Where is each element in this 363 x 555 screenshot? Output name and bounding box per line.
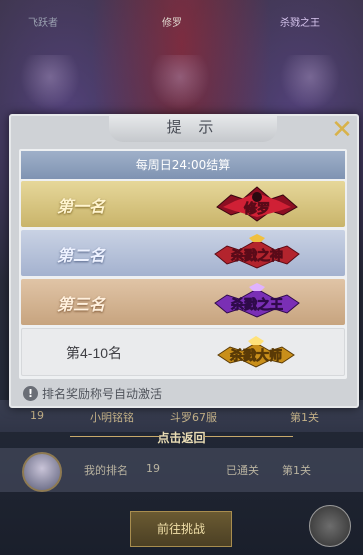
my-rank-value: 19	[146, 462, 160, 475]
rank-label: 第三名	[57, 295, 106, 314]
bg-label: 修罗	[162, 18, 182, 29]
my-rank-label: 我的排名	[84, 464, 128, 477]
row-name: 小明铭铭	[90, 411, 134, 424]
go-challenge-button[interactable]: 前往挑战	[130, 511, 232, 547]
footer-text: 排名奖励称号自动激活	[42, 387, 163, 401]
rank-label: 第一名	[57, 197, 106, 216]
badge-text: 杀戮大师	[230, 348, 282, 364]
badge-text: 杀戮之王	[231, 297, 283, 313]
dialog-footer: ! 排名奖励称号自动激活	[23, 385, 162, 402]
rank-label: 第二名	[57, 246, 106, 265]
rank-label: 第4-10名	[66, 345, 123, 361]
dialog-title: 提 示	[109, 114, 277, 142]
rank-row-1: 第一名 修罗	[21, 181, 345, 227]
dialog-content: 每周日24:00结算 第一名 修罗 第二名 杀戮之神 第三名 杀戮之王 第4-1…	[19, 149, 347, 379]
cleared-label: 已通关	[226, 464, 259, 477]
bg-character	[20, 55, 80, 110]
back-button[interactable]: 点击返回	[0, 429, 363, 446]
title-badge-icon: 修罗	[216, 186, 298, 222]
emblem-icon[interactable]	[309, 505, 351, 547]
row-rank: 19	[30, 409, 44, 422]
rank-row-4-10: 第4-10名 杀戮大师	[21, 328, 345, 376]
badge-text: 杀戮之神	[231, 248, 283, 264]
close-icon[interactable]: ✕	[329, 117, 355, 144]
my-rank-panel: 我的排名 19 已通关 第1关	[0, 448, 363, 492]
row-server: 斗罗67服	[170, 411, 217, 424]
bg-character	[150, 55, 210, 110]
tip-dialog: 提 示 ✕ 每周日24:00结算 第一名 修罗 第二名 杀戮之神 第三名 杀戮之…	[9, 114, 359, 408]
bg-character	[280, 55, 340, 110]
cleared-value: 第1关	[282, 464, 311, 477]
rank-row-3: 第三名 杀戮之王	[21, 279, 345, 325]
rank-row-2: 第二名 杀戮之神	[21, 230, 345, 276]
row-level: 第1关	[290, 411, 319, 424]
avatar	[22, 452, 62, 492]
bg-label: 飞跃者	[28, 18, 58, 29]
title-badge-icon: 杀戮大师	[217, 336, 295, 368]
bg-label: 杀戮之王	[280, 18, 320, 29]
settlement-header: 每周日24:00结算	[21, 151, 345, 179]
title-badge-icon: 杀戮之神	[214, 234, 300, 269]
title-badge-icon: 杀戮之王	[214, 283, 300, 318]
warning-icon: !	[23, 386, 38, 401]
badge-text: 修罗	[243, 201, 270, 217]
